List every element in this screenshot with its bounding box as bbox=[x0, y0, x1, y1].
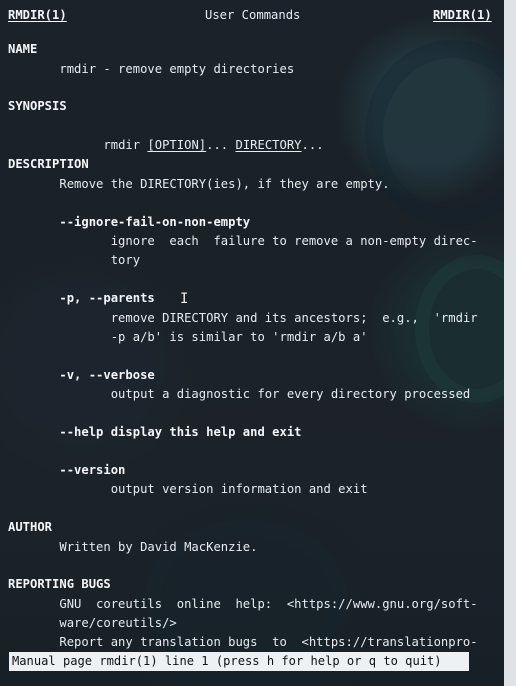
reporting-bugs-heading: REPORTING BUGS bbox=[8, 577, 111, 591]
parents-description-line-1: remove DIRECTORY and its ancestors; e.g.… bbox=[8, 311, 478, 325]
reporting-bugs-line-2: ware/coreutils/> bbox=[8, 616, 177, 630]
verbose-option: -v, --verbose bbox=[8, 368, 155, 382]
reporting-bugs-line-3: Report any translation bugs to <https://… bbox=[8, 635, 478, 649]
name-text: rmdir - remove empty directories bbox=[8, 62, 295, 76]
help-option: --help display this help and exit bbox=[8, 425, 302, 439]
synopsis-prefix: rmdir bbox=[52, 138, 148, 152]
text-cursor-icon: I bbox=[180, 291, 189, 307]
synopsis-heading: SYNOPSIS bbox=[8, 99, 67, 113]
header-center: User Commands bbox=[205, 8, 301, 22]
ignore-fail-option: --ignore-fail-on-non-empty bbox=[8, 215, 251, 229]
ignore-fail-description-line-2: tory bbox=[8, 253, 141, 267]
ignore-fail-description-line-1: ignore each failure to remove a non-empt… bbox=[8, 234, 478, 248]
description-heading: DESCRIPTION bbox=[8, 157, 89, 171]
synopsis-option: [OPTION] bbox=[147, 138, 207, 152]
status-bar: Manual page rmdir(1) line 1 (press h for… bbox=[9, 652, 469, 671]
verbose-description: output a diagnostic for every directory … bbox=[8, 387, 471, 401]
version-option: --version bbox=[8, 463, 126, 477]
manual-page-content: RMDIR(1) User Commands RMDIR(1) NAME rmd… bbox=[0, 0, 504, 686]
terminal-window: RMDIR(1) User Commands RMDIR(1) NAME rmd… bbox=[0, 0, 516, 686]
description-text: Remove the DIRECTORY(ies), if they are e… bbox=[8, 177, 390, 191]
author-heading: AUTHOR bbox=[8, 520, 53, 534]
synopsis-directory: DIRECTORY bbox=[235, 138, 302, 152]
name-heading: NAME bbox=[8, 42, 38, 56]
reporting-bugs-line-1: GNU coreutils online help: <https://www.… bbox=[8, 597, 478, 611]
synopsis-text: rmdir [OPTION]... DIRECTORY... bbox=[8, 117, 504, 152]
header-left: RMDIR(1) bbox=[8, 8, 67, 22]
version-description: output version information and exit bbox=[8, 482, 368, 496]
header-right: RMDIR(1) bbox=[433, 8, 492, 22]
parents-description-line-2: -p a/b' is similar to 'rmdir a/b a' bbox=[8, 330, 368, 344]
header-row: RMDIR(1) User Commands RMDIR(1) bbox=[0, 3, 504, 22]
author-text: Written by David MacKenzie. bbox=[8, 540, 258, 554]
synopsis-middle: ... bbox=[206, 138, 236, 152]
synopsis-suffix: ... bbox=[301, 138, 324, 152]
parents-option: -p, --parents bbox=[8, 291, 155, 305]
